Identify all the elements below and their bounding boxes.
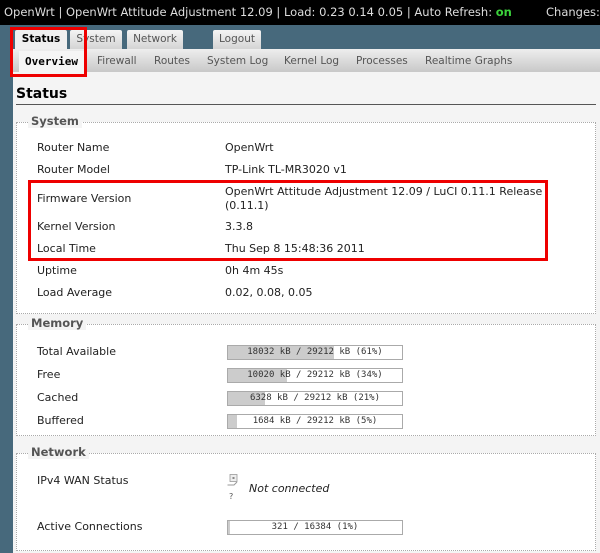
uptime-value: 0h 4m 45s — [225, 264, 284, 277]
active-connections-label: Active Connections — [37, 520, 143, 533]
sub-menu: Overview Firewall Routes System Log Kern… — [13, 49, 600, 72]
subtab-system-log[interactable]: System Log — [207, 49, 268, 72]
auto-refresh-toggle[interactable]: on — [496, 5, 512, 19]
main-content: Status System Router Name OpenWrt Router… — [13, 72, 600, 553]
subtab-processes[interactable]: Processes — [356, 49, 408, 72]
active-connections-text: 321 / 16384 (1%) — [271, 522, 359, 532]
router-name-value: OpenWrt — [225, 141, 274, 154]
local-time-value: Thu Sep 8 15:48:36 2011 — [225, 242, 365, 255]
router-name-label: Router Name — [37, 141, 110, 154]
changes-link[interactable]: Changes: — [546, 0, 600, 25]
load-label: Load: — [283, 5, 316, 19]
local-time-label: Local Time — [37, 242, 96, 255]
main-menu: Status System Network Logout — [0, 25, 600, 49]
header-info: OpenWrt | OpenWrt Attitude Adjustment 12… — [4, 5, 512, 19]
title-divider — [16, 104, 596, 105]
tab-network[interactable]: Network — [127, 30, 183, 49]
tab-system[interactable]: System — [70, 30, 122, 49]
tab-status[interactable]: Status — [15, 30, 67, 49]
memory-section: Memory Total Available 18032 kB / 29212 … — [16, 316, 596, 436]
network-disconnected-icon — [227, 474, 238, 486]
page-title: Status — [16, 86, 68, 102]
firmware-version-label: Firmware Version — [37, 192, 132, 205]
subtab-kernel-log[interactable]: Kernel Log — [284, 49, 339, 72]
system-legend: System — [28, 114, 82, 128]
firmware-version-value: OpenWrt Attitude Adjustment 12.09 / LuCI… — [225, 185, 543, 212]
wan-icon-caption: ? — [229, 492, 234, 501]
router-model-value: TP-Link TL-MR3020 v1 — [225, 163, 347, 176]
hostname: OpenWrt — [4, 5, 55, 19]
firmware-name: OpenWrt Attitude Adjustment 12.09 — [66, 5, 273, 19]
uptime-label: Uptime — [37, 264, 77, 277]
ipv4-wan-status-label: IPv4 WAN Status — [37, 474, 129, 487]
total-available-label: Total Available — [37, 345, 116, 358]
total-available-text: 18032 kB / 29212 kB (61%) — [247, 347, 383, 357]
total-available-bar: 18032 kB / 29212 kB (61%) — [227, 345, 403, 360]
wan-status-value: ? Not connected — [227, 474, 427, 510]
cached-text: 6328 kB / 29212 kB (21%) — [249, 393, 381, 403]
kernel-version-value: 3.3.8 — [225, 220, 253, 233]
wan-status-text: Not connected — [249, 482, 330, 495]
tab-logout[interactable]: Logout — [213, 30, 261, 49]
subtab-firewall[interactable]: Firewall — [97, 49, 137, 72]
free-text: 10020 kB / 29212 kB (34%) — [247, 370, 383, 380]
buffered-label: Buffered — [37, 414, 84, 427]
memory-legend: Memory — [28, 316, 87, 330]
buffered-bar: 1684 kB / 29212 kB (5%) — [227, 414, 403, 429]
active-connections-bar: 321 / 16384 (1%) — [227, 520, 403, 535]
load-value: 0.23 0.14 0.05 — [319, 5, 404, 19]
system-section: System Router Name OpenWrt Router Model … — [16, 114, 596, 314]
cached-label: Cached — [37, 391, 79, 404]
network-section: Network IPv4 WAN Status ? Not connected … — [16, 445, 597, 551]
router-model-label: Router Model — [37, 163, 110, 176]
free-label: Free — [37, 368, 61, 381]
buffered-text: 1684 kB / 29212 kB (5%) — [252, 416, 378, 426]
top-status-bar: OpenWrt | OpenWrt Attitude Adjustment 12… — [0, 0, 600, 25]
kernel-version-label: Kernel Version — [37, 220, 116, 233]
free-bar: 10020 kB / 29212 kB (34%) — [227, 368, 403, 383]
cached-bar: 6328 kB / 29212 kB (21%) — [227, 391, 403, 406]
auto-refresh-label: Auto Refresh: — [414, 5, 493, 19]
subtab-realtime-graphs[interactable]: Realtime Graphs — [425, 49, 512, 72]
subtab-overview[interactable]: Overview — [19, 51, 84, 72]
load-average-value: 0.02, 0.08, 0.05 — [225, 286, 313, 299]
subtab-routes[interactable]: Routes — [154, 49, 190, 72]
load-average-label: Load Average — [37, 286, 113, 299]
row-ipv4-wan-status: IPv4 WAN Status ? Not connected — [37, 474, 597, 514]
network-legend: Network — [28, 445, 89, 459]
